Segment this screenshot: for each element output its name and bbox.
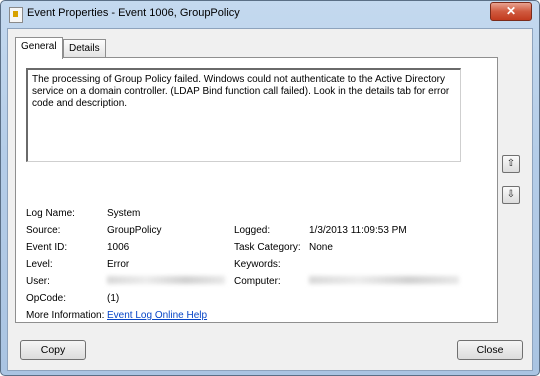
source-value[interactable]: GroupPolicy (107, 225, 161, 237)
arrow-down-icon: ⇩ (506, 189, 516, 200)
dialog-client-area: General Details The processing of Group … (7, 28, 533, 371)
opcode-value[interactable]: (1) (107, 293, 119, 305)
source-label: Source: (26, 225, 61, 236)
level-value[interactable]: Error (107, 259, 129, 271)
user-label: User: (26, 276, 50, 287)
log-name-label: Log Name: (26, 208, 75, 219)
previous-event-button[interactable]: ⇧ (502, 155, 520, 173)
window-title: Event Properties - Event 1006, GroupPoli… (27, 7, 240, 19)
logged-label: Logged: (234, 225, 271, 236)
computer-label: Computer: (234, 276, 281, 287)
arrow-up-icon: ⇧ (506, 158, 516, 169)
general-tab-panel: The processing of Group Policy failed. W… (15, 57, 498, 323)
event-properties-window: Event Properties - Event 1006, GroupPoli… (0, 0, 540, 376)
title-bar[interactable]: Event Properties - Event 1006, GroupPoli… (1, 1, 539, 28)
event-id-label: Event ID: (26, 242, 68, 253)
log-name-value[interactable]: System (107, 208, 140, 220)
event-viewer-icon (9, 7, 23, 23)
user-value-redacted[interactable] (107, 276, 225, 288)
event-log-online-help-link[interactable]: Event Log Online Help (107, 310, 207, 322)
task-category-value[interactable]: None (309, 242, 333, 254)
tab-details[interactable]: Details (63, 39, 106, 58)
next-event-button[interactable]: ⇩ (502, 186, 520, 204)
copy-button[interactable]: Copy (20, 340, 86, 360)
computer-value-redacted[interactable] (309, 276, 459, 288)
window-close-button[interactable]: ✕ (490, 2, 532, 21)
keywords-label: Keywords: (234, 259, 281, 270)
task-category-label: Task Category: (234, 242, 301, 253)
event-id-value[interactable]: 1006 (107, 242, 129, 254)
level-label: Level: (26, 259, 53, 270)
more-info-label: More Information: (26, 310, 105, 321)
tab-general[interactable]: General (15, 37, 63, 59)
close-button[interactable]: Close (457, 340, 523, 360)
opcode-label: OpCode: (26, 293, 67, 304)
event-description[interactable]: The processing of Group Policy failed. W… (26, 68, 461, 162)
logged-value[interactable]: 1/3/2013 11:09:53 PM (309, 225, 407, 237)
